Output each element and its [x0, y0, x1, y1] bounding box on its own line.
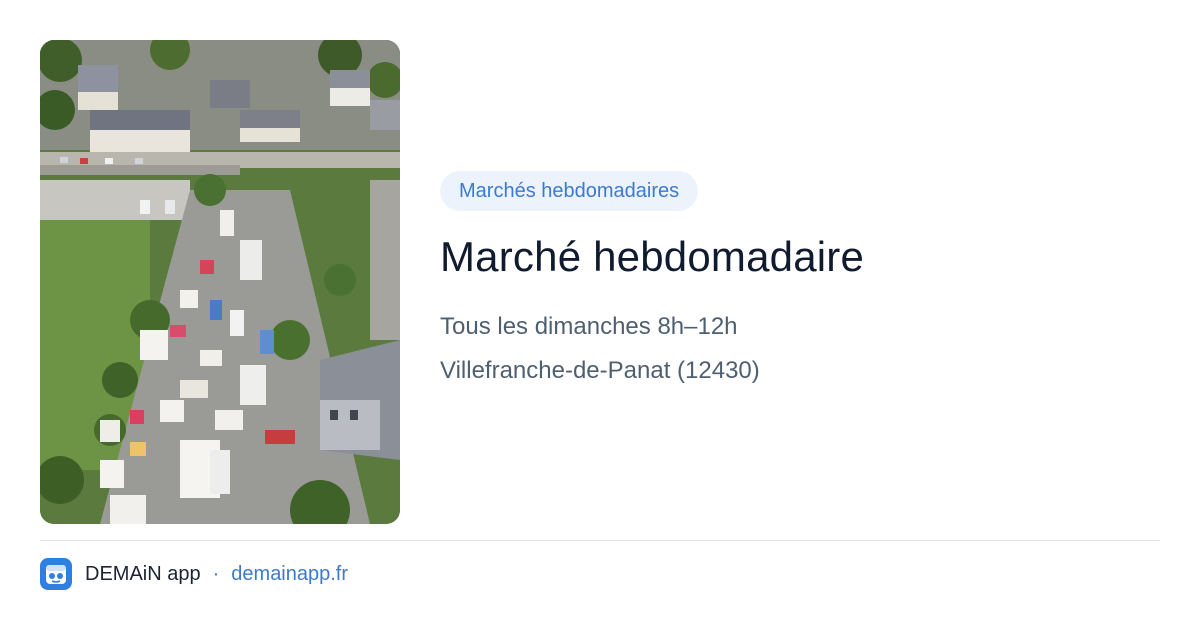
site-link[interactable]: demainapp.fr — [231, 563, 348, 586]
event-title: Marché hebdomadaire — [440, 233, 865, 280]
market-aerial-photo — [40, 40, 400, 524]
separator-dot: · — [212, 562, 220, 585]
event-schedule: Tous les dimanches 8h–12h — [440, 313, 738, 340]
event-info: Marchés hebdomadaires Marché hebdomadair… — [440, 171, 1160, 387]
footer-divider — [40, 540, 1160, 541]
app-name: DEMAiN app — [85, 562, 201, 585]
category-badge[interactable]: Marchés hebdomadaires — [440, 171, 699, 211]
event-location: Villefranche-de-Panat (12430) — [440, 357, 760, 384]
app-logo-icon — [40, 558, 72, 590]
footer: DEMAiN app · demainapp.fr — [40, 558, 348, 590]
